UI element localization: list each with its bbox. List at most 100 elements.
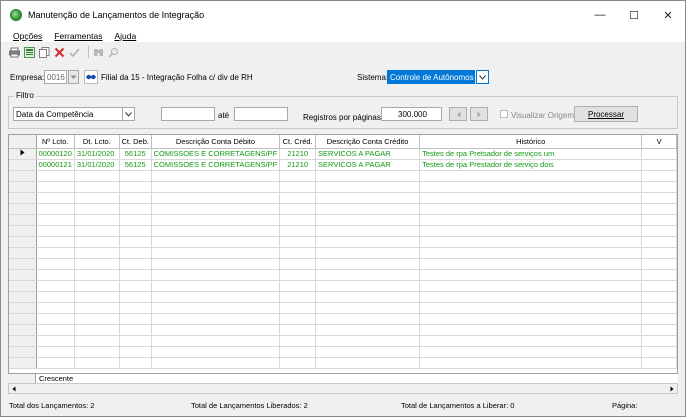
empty-cell: [36, 280, 75, 292]
empty-cell: [419, 313, 643, 325]
filtro-campo-dropdown[interactable]: [122, 107, 135, 121]
cell-nlcto[interactable]: 00000120: [36, 148, 75, 160]
cell-dtlcto[interactable]: 31/01/2020: [74, 159, 120, 171]
empty-cell: [279, 225, 317, 237]
cell-desc-credito[interactable]: SERVICOS A PAGAR: [315, 159, 421, 171]
row-indicator: [9, 324, 37, 336]
cell-nlcto[interactable]: 00000121: [36, 159, 75, 171]
cell-historico[interactable]: Testes de rpa Prestador de serviço dois: [419, 159, 643, 171]
maximize-button[interactable]: ☐: [617, 1, 651, 29]
prev-page-button[interactable]: [449, 107, 467, 121]
sistema-select[interactable]: Controle de Autônomos: [387, 70, 475, 84]
status-bar: Total dos Lançamentos: 2 Total de Lançam…: [1, 398, 685, 414]
menu-ajuda[interactable]: Ajuda: [114, 31, 136, 41]
horizontal-scrollbar[interactable]: [8, 383, 678, 394]
next-page-button[interactable]: [470, 107, 488, 121]
binoculars-icon[interactable]: [93, 47, 104, 58]
cell-desc-credito[interactable]: SERVICOS A PAGAR: [315, 148, 421, 160]
empty-cell: [151, 236, 281, 248]
empty-cell: [315, 324, 421, 336]
empty-table-row: [9, 302, 677, 314]
confirm-icon[interactable]: [69, 47, 80, 58]
empty-cell: [315, 225, 421, 237]
col-header-historico[interactable]: Histórico: [419, 135, 643, 149]
empty-cell: [279, 236, 317, 248]
search-icon[interactable]: [108, 47, 119, 58]
filtro-de-input[interactable]: [161, 107, 215, 121]
menu-opcoes[interactable]: Opções: [13, 31, 42, 41]
cell-v[interactable]: [641, 148, 677, 160]
empty-cell: [36, 357, 75, 369]
table-header-row: Nº Lcto. Dt. Lcto. Ct. Deb. Descrição Co…: [9, 135, 677, 149]
col-header-dtlcto[interactable]: Dt. Lcto.: [74, 135, 120, 149]
empty-cell: [279, 313, 317, 325]
current-row-indicator-icon: [9, 148, 37, 160]
empty-cell: [119, 192, 152, 204]
close-button[interactable]: ✕: [651, 1, 685, 29]
empty-table-row: [9, 214, 677, 226]
copy-icon[interactable]: [39, 46, 50, 58]
empty-cell: [74, 302, 120, 314]
row-indicator: [9, 236, 37, 248]
row-indicator-header: [9, 135, 37, 149]
empty-cell: [151, 335, 281, 347]
printer-icon[interactable]: [9, 47, 20, 58]
empty-cell: [641, 258, 677, 270]
empty-cell: [419, 214, 643, 226]
cell-ctcred[interactable]: 21210: [279, 148, 317, 160]
main-window: Manutenção de Lançamentos de Integração …: [0, 0, 686, 417]
row-indicator: [9, 214, 37, 226]
empty-cell: [151, 302, 281, 314]
empty-cell: [74, 291, 120, 303]
empty-cell: [36, 302, 75, 314]
cell-desc-debito[interactable]: COMISSOES E CORRETAGENS/PF: [151, 159, 281, 171]
filtro-campo-select[interactable]: Data da Competência: [13, 107, 123, 121]
empty-cell: [279, 357, 317, 369]
delete-icon[interactable]: [54, 47, 65, 58]
cell-ctcred[interactable]: 21210: [279, 159, 317, 171]
empty-cell: [279, 269, 317, 281]
cell-historico[interactable]: Testes de rpa Pretsador de serviços um: [419, 148, 643, 160]
registros-input[interactable]: 300.000: [381, 107, 442, 121]
filtro-ate-input[interactable]: [234, 107, 288, 121]
row-indicator: [9, 280, 37, 292]
filial-description: Filial da 15 - Integração Folha c/ div d…: [101, 73, 253, 82]
empty-cell: [641, 357, 677, 369]
scroll-right-arrow-icon[interactable]: [668, 385, 676, 393]
cell-v[interactable]: [641, 159, 677, 171]
table-row[interactable]: 00000121 31/01/2020 56125 COMISSOES E CO…: [9, 159, 677, 171]
empty-cell: [151, 192, 281, 204]
empresa-dropdown-button[interactable]: [68, 70, 79, 84]
empty-cell: [151, 280, 281, 292]
menu-ferramentas[interactable]: Ferramentas: [54, 31, 102, 41]
minimize-button[interactable]: —: [583, 1, 617, 29]
col-header-v[interactable]: V: [641, 135, 677, 149]
col-header-ctcred[interactable]: Ct. Créd.: [279, 135, 317, 149]
table-row[interactable]: 00000120 31/01/2020 56125 COMISSOES E CO…: [9, 148, 677, 160]
cell-dtlcto[interactable]: 31/01/2020: [74, 148, 120, 160]
row-indicator: [9, 258, 37, 270]
col-header-desc-credito[interactable]: Descrição Conta Crédito: [315, 135, 421, 149]
chevron-left-icon: [456, 111, 460, 117]
empty-cell: [74, 181, 120, 193]
filtro-legend: Filtro: [14, 91, 36, 100]
empty-cell: [315, 335, 421, 347]
sistema-dropdown-button[interactable]: [476, 70, 489, 84]
empresa-lookup-button[interactable]: [84, 70, 98, 84]
visualizar-origem-checkbox[interactable]: [500, 110, 508, 118]
row-indicator: [9, 225, 37, 237]
cell-ctdeb[interactable]: 56125: [119, 148, 152, 160]
empresa-code-field[interactable]: 0016: [44, 70, 67, 84]
processar-button[interactable]: Processar: [574, 106, 638, 122]
col-header-nlcto[interactable]: Nº Lcto.: [36, 135, 75, 149]
menu-bar: Opções Ferramentas Ajuda: [1, 29, 685, 42]
sistema-label: Sistema:: [357, 73, 389, 82]
cell-desc-debito[interactable]: COMISSOES E CORRETAGENS/PF: [151, 148, 281, 160]
cell-ctdeb[interactable]: 56125: [119, 159, 152, 171]
empty-table-row: [9, 357, 677, 369]
col-header-ctdeb[interactable]: Ct. Deb.: [119, 135, 152, 149]
scroll-left-arrow-icon[interactable]: [10, 385, 18, 393]
col-header-desc-debito[interactable]: Descrição Conta Débito: [151, 135, 281, 149]
empty-table-row: [9, 203, 677, 215]
export-icon[interactable]: [24, 46, 35, 58]
